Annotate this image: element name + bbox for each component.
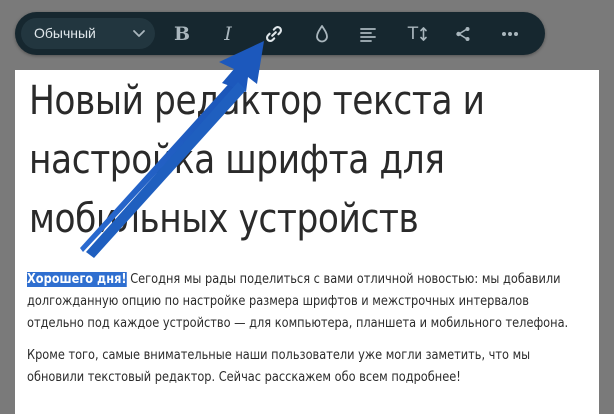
- align-left-icon: [360, 28, 376, 42]
- italic-button[interactable]: I: [213, 19, 243, 49]
- document-canvas[interactable]: Новый редактор текста и настройка шрифта…: [15, 70, 599, 414]
- text-color-button[interactable]: [307, 19, 337, 49]
- link-button[interactable]: [259, 19, 289, 49]
- bold-icon: B: [173, 23, 191, 45]
- chevron-down-icon: [133, 30, 145, 37]
- text-size-icon: T: [408, 24, 428, 44]
- formatting-toolbar: Обычный B I T: [15, 12, 545, 55]
- paragraph-1[interactable]: Хорошего дня! Сегодня мы рады поделиться…: [27, 269, 587, 335]
- more-button[interactable]: [495, 19, 525, 49]
- font-size-button[interactable]: T: [400, 19, 436, 49]
- vertical-arrows-icon: [420, 27, 427, 41]
- share-button[interactable]: [448, 19, 478, 49]
- more-icon: [502, 32, 518, 36]
- selected-text[interactable]: Хорошего дня!: [27, 272, 127, 287]
- text-size-letter: T: [407, 24, 419, 44]
- paragraph-2[interactable]: Кроме того, самые внимательные наши поль…: [27, 345, 587, 389]
- text-style-value: Обычный: [34, 25, 96, 41]
- text-style-select[interactable]: Обычный: [21, 18, 155, 49]
- link-icon: [266, 26, 282, 42]
- drop-icon: [316, 25, 328, 43]
- bold-button[interactable]: B: [167, 19, 197, 49]
- align-button[interactable]: [353, 19, 383, 49]
- page-title[interactable]: Новый редактор текста и настройка шрифта…: [29, 72, 588, 249]
- italic-icon: I: [224, 23, 232, 45]
- editor-stage: Новый редактор текста и настройка шрифта…: [0, 0, 614, 414]
- share-icon: [456, 27, 470, 41]
